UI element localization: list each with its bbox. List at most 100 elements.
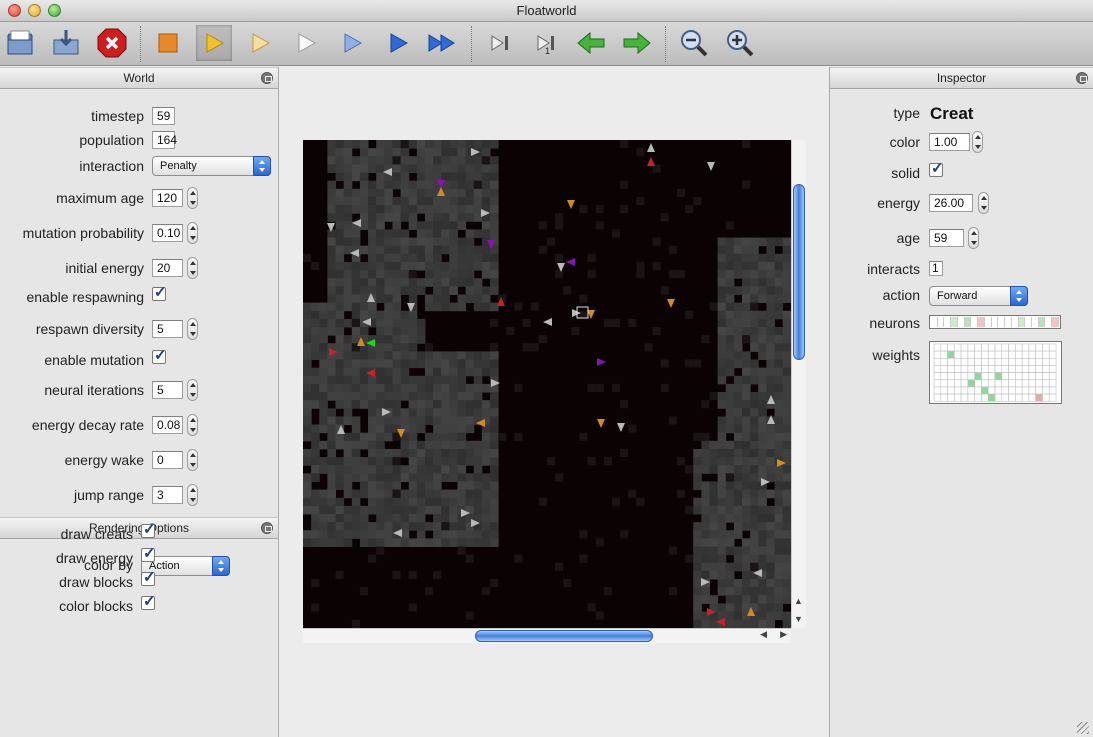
setting-field[interactable]: 120 xyxy=(152,189,183,207)
setting-field[interactable]: 5 xyxy=(152,320,183,338)
horizontal-scroll-thumb[interactable] xyxy=(475,630,653,642)
setting-stepper[interactable] xyxy=(187,449,198,471)
world-block xyxy=(368,465,377,474)
setting-field[interactable]: 5 xyxy=(152,381,183,399)
play-normal-button[interactable] xyxy=(334,25,370,61)
world-block xyxy=(392,245,402,255)
world-block xyxy=(343,213,353,222)
world-block xyxy=(441,489,450,499)
solid-checkbox[interactable]: ✓ xyxy=(929,160,944,177)
stop-simulation-button[interactable] xyxy=(94,25,130,61)
render-option-checkbox[interactable]: ✓ xyxy=(141,569,156,586)
creat-marker[interactable] xyxy=(667,299,675,308)
world-canvas[interactable] xyxy=(303,140,791,628)
open-button[interactable] xyxy=(2,25,38,61)
play-slow-button[interactable] xyxy=(242,25,278,61)
render-option-checkbox[interactable]: ✓ xyxy=(141,521,156,538)
setting-stepper[interactable] xyxy=(187,318,198,340)
setting-field[interactable]: 0.08 xyxy=(152,416,183,434)
setting-field[interactable]: 0 xyxy=(152,451,183,469)
detach-panel-icon[interactable] xyxy=(261,522,273,534)
creat-marker[interactable] xyxy=(567,200,575,209)
step-one-button[interactable]: 1 xyxy=(528,25,564,61)
setting-stepper[interactable] xyxy=(187,379,198,401)
setting-stepper[interactable] xyxy=(187,484,198,506)
creat-marker[interactable] xyxy=(597,419,605,428)
back-button[interactable] xyxy=(573,25,609,61)
forward-button[interactable] xyxy=(619,25,655,61)
color-field[interactable]: 1.00 xyxy=(929,133,970,151)
setting-checkbox[interactable]: ✓ xyxy=(152,284,167,301)
render-option-checkbox[interactable]: ✓ xyxy=(141,593,156,610)
age-stepper[interactable] xyxy=(968,227,979,249)
creat-marker[interactable] xyxy=(543,318,552,326)
setting-field[interactable]: 20 xyxy=(152,259,183,277)
world-block xyxy=(742,359,751,369)
action-select[interactable]: Forward xyxy=(929,286,1028,306)
world-block xyxy=(766,522,776,531)
creat-marker[interactable] xyxy=(707,162,715,171)
detach-panel-icon[interactable] xyxy=(1076,72,1088,84)
age-field[interactable]: 59 xyxy=(929,229,964,247)
setting-stepper[interactable] xyxy=(187,414,198,436)
scroll-down-arrow-icon[interactable]: ▼ xyxy=(794,614,803,624)
vertical-scroll-thumb[interactable] xyxy=(793,184,805,360)
vertical-scrollbar[interactable]: ▲ ▼ xyxy=(791,140,806,628)
world-block xyxy=(449,286,458,295)
world-block xyxy=(473,367,483,377)
minimize-window-button[interactable] xyxy=(28,4,41,17)
save-button[interactable] xyxy=(48,25,84,61)
setting-field[interactable]: 3 xyxy=(152,486,183,504)
play-slower-button[interactable] xyxy=(288,25,324,61)
world-block xyxy=(717,497,727,507)
world-block xyxy=(742,448,751,458)
energy-field[interactable]: 26.00 xyxy=(929,194,973,212)
creat-marker[interactable] xyxy=(617,423,625,432)
world-block xyxy=(408,351,418,361)
creat-marker[interactable] xyxy=(566,258,575,266)
creat-marker[interactable] xyxy=(647,143,655,152)
world-block xyxy=(408,140,418,149)
world-block xyxy=(400,416,410,426)
interaction-select[interactable]: Penalty xyxy=(152,156,271,176)
close-window-button[interactable] xyxy=(8,4,21,17)
setting-stepper[interactable] xyxy=(187,257,198,279)
step-button[interactable] xyxy=(482,25,518,61)
stop-button[interactable] xyxy=(150,25,186,61)
scroll-up-arrow-icon[interactable]: ▲ xyxy=(794,596,803,606)
world-block xyxy=(311,489,320,499)
detach-panel-icon[interactable] xyxy=(261,72,273,84)
world-block xyxy=(416,522,426,531)
setting-checkbox[interactable]: ✓ xyxy=(152,347,167,364)
scroll-right-arrow-icon[interactable]: ▶ xyxy=(780,629,787,640)
world-block xyxy=(733,310,743,320)
render-option-checkbox[interactable]: ✓ xyxy=(141,545,156,562)
world-block xyxy=(400,188,410,198)
world-block xyxy=(433,497,442,507)
zoom-in-button[interactable] xyxy=(722,25,758,61)
world-block xyxy=(449,140,458,149)
creat-marker[interactable] xyxy=(647,157,655,166)
color-stepper[interactable] xyxy=(972,131,983,153)
zoom-window-button[interactable] xyxy=(48,4,61,17)
horizontal-scrollbar[interactable]: ◀ ▶ xyxy=(303,628,791,643)
setting-stepper[interactable] xyxy=(187,222,198,244)
world-block xyxy=(481,245,491,255)
weight-cell xyxy=(1042,343,1050,352)
weight-cell xyxy=(1021,357,1030,366)
zoom-out-button[interactable] xyxy=(676,25,712,61)
world-block xyxy=(311,522,320,531)
play-fast-button[interactable] xyxy=(380,25,416,61)
play-button[interactable] xyxy=(196,25,232,61)
world-block xyxy=(416,465,426,474)
setting-field[interactable]: 0.10 xyxy=(152,224,183,242)
weight-cell xyxy=(1035,350,1043,359)
world-block xyxy=(351,326,361,336)
world-block xyxy=(473,481,483,491)
resize-grip-icon[interactable] xyxy=(1077,722,1089,734)
setting-stepper[interactable] xyxy=(187,187,198,209)
scroll-left-arrow-icon[interactable]: ◀ xyxy=(760,629,767,640)
fast-forward-button[interactable] xyxy=(424,25,460,61)
creat-marker[interactable] xyxy=(597,358,606,366)
energy-stepper[interactable] xyxy=(978,192,989,214)
